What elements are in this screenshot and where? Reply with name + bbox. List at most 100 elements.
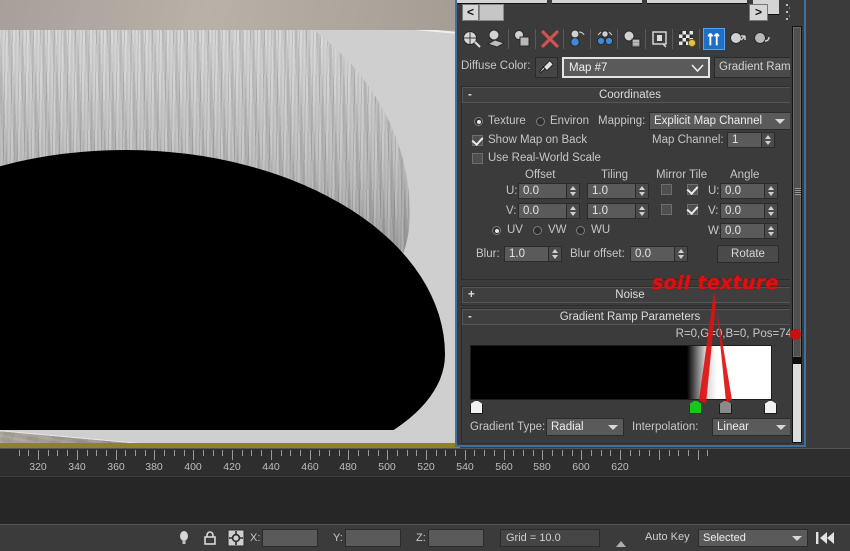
v-tile-checkbox[interactable] [687, 204, 698, 215]
panel-scrollbar-thumb[interactable] [793, 27, 801, 357]
status-bar: X: Y: Z: Grid = 10.0 Auto Key Selected [0, 524, 850, 551]
spinner-arrows-icon[interactable] [761, 133, 774, 147]
timeline-ruler[interactable]: 3203403603804004204404604805005205405605… [0, 448, 850, 477]
texture-radio[interactable] [474, 117, 483, 126]
material-toolbar [459, 26, 790, 52]
nav-back-button[interactable]: < [462, 4, 479, 21]
eyedropper-icon[interactable] [535, 57, 558, 78]
blur-offset-spinner[interactable]: 0.0 [630, 246, 688, 262]
coordinates-rollout-header[interactable]: - Coordinates [462, 87, 790, 103]
put-material-to-scene-icon[interactable] [485, 28, 507, 50]
track-bar[interactable] [0, 476, 850, 526]
lock-selection-icon[interactable] [201, 529, 219, 547]
ramp-flag-0[interactable] [470, 400, 481, 412]
show-end-result-icon[interactable] [703, 28, 725, 50]
ruler-minor-tick [203, 450, 204, 456]
u-mirror-checkbox[interactable] [661, 184, 672, 195]
ramp-flag-100[interactable] [764, 400, 775, 412]
go-forward-to-sibling-icon[interactable] [751, 28, 773, 50]
u-angle-spinner[interactable]: 0.0 [720, 183, 778, 199]
ruler-major-tick [348, 450, 349, 460]
coordinates-collapse-toggle[interactable]: - [468, 88, 472, 102]
map-channel-spinner[interactable]: 1 [727, 132, 775, 148]
ruler-major-tick [154, 450, 155, 460]
ruler-minor-tick [57, 450, 58, 456]
material-id-channel-icon[interactable] [649, 28, 671, 50]
ruler-tick-label: 380 [145, 461, 163, 473]
panel-scrollbar[interactable] [792, 26, 802, 443]
spinner-arrows-icon[interactable] [635, 204, 648, 218]
noise-expand-toggle[interactable]: + [468, 288, 475, 302]
v-angle-spinner[interactable]: 0.0 [720, 203, 778, 219]
vw-label: VW [548, 224, 567, 236]
pin-dots-icon[interactable] [785, 2, 790, 22]
gradient-type-dropdown[interactable]: Radial [546, 418, 624, 436]
z-coord-field[interactable] [428, 529, 484, 547]
ruler-minor-tick [572, 450, 573, 456]
material-editor-panel[interactable]: < > [455, 0, 806, 447]
make-material-copy-icon[interactable] [567, 28, 589, 50]
spinner-arrows-icon[interactable] [548, 247, 561, 261]
interpolation-dropdown[interactable]: Linear [712, 418, 790, 436]
gradient-ramp-collapse-toggle[interactable]: - [468, 310, 472, 324]
viewport-crater-render[interactable] [0, 0, 460, 448]
assign-material-to-selection-icon[interactable] [512, 28, 534, 50]
x-coord-field[interactable] [262, 529, 318, 547]
ruler-minor-tick [639, 450, 640, 456]
nav-scroll-track[interactable] [479, 4, 504, 21]
ruler-major-tick [193, 450, 194, 460]
selection-filter-dropdown[interactable]: Selected [698, 529, 808, 547]
u-angle-axis-label: U: [708, 185, 720, 197]
environ-radio[interactable] [536, 117, 545, 126]
uv-radio[interactable] [492, 226, 501, 235]
rotate-button[interactable]: Rotate [717, 245, 779, 263]
blur-spinner[interactable]: 1.0 [504, 246, 562, 262]
ruler-major-tick [310, 450, 311, 460]
ruler-major-tick [271, 450, 272, 460]
w-angle-spinner[interactable]: 0.0 [720, 223, 778, 239]
spinner-arrows-icon[interactable] [764, 184, 777, 198]
panel-scrollbar-lower[interactable] [793, 364, 801, 442]
blur-label: Blur: [476, 248, 500, 260]
v-mirror-checkbox[interactable] [661, 204, 672, 215]
v-angle-value: 0.0 [725, 205, 741, 217]
ruler-minor-tick [436, 450, 437, 456]
spinner-arrows-icon[interactable] [764, 204, 777, 218]
ruler-minor-tick [630, 450, 631, 456]
put-to-library-icon[interactable] [621, 28, 643, 50]
u-tiling-spinner[interactable]: 1.0 [587, 183, 649, 199]
show-shaded-material-in-viewport-icon[interactable] [676, 28, 698, 50]
show-map-on-back-checkbox[interactable] [472, 135, 483, 146]
vw-radio[interactable] [533, 226, 542, 235]
u-tile-checkbox[interactable] [687, 184, 698, 195]
wu-radio[interactable] [576, 226, 585, 235]
spinner-arrows-icon[interactable] [674, 247, 687, 261]
map-type-button[interactable]: Gradient Ramp [714, 57, 790, 78]
spinner-arrows-icon[interactable] [764, 224, 777, 238]
nav-tab-top-3 [647, 0, 747, 4]
lightbulb-icon[interactable] [175, 529, 193, 547]
absolute-relative-transform-toggle-icon[interactable] [227, 529, 245, 547]
chevron-down-icon [776, 425, 786, 430]
go-to-parent-icon[interactable] [727, 28, 749, 50]
make-unique-icon[interactable] [594, 28, 616, 50]
spinner-arrows-icon[interactable] [566, 184, 579, 198]
spinner-arrows-icon[interactable] [635, 184, 648, 198]
blur-offset-value: 0.0 [635, 248, 651, 260]
use-real-world-scale-checkbox[interactable] [472, 153, 483, 164]
ruler-tick-label: 520 [417, 461, 435, 473]
spinner-arrows-icon[interactable] [566, 204, 579, 218]
get-material-icon[interactable] [461, 28, 483, 50]
go-to-start-icon[interactable] [815, 530, 835, 546]
y-coord-field[interactable] [345, 529, 401, 547]
v-offset-spinner[interactable]: 0.0 [518, 203, 580, 219]
reset-map-icon[interactable] [539, 28, 561, 50]
ruler-minor-tick [174, 450, 175, 456]
nav-forward-button[interactable]: > [749, 4, 768, 21]
u-offset-spinner[interactable]: 0.0 [518, 183, 580, 199]
mapping-dropdown[interactable]: Explicit Map Channel [649, 112, 790, 130]
map-name-dropdown[interactable]: Map #7 [562, 57, 710, 78]
v-tiling-spinner[interactable]: 1.0 [587, 203, 649, 219]
auto-key-button[interactable]: Auto Key [645, 531, 690, 543]
status-expand-caret-icon[interactable] [616, 541, 626, 547]
